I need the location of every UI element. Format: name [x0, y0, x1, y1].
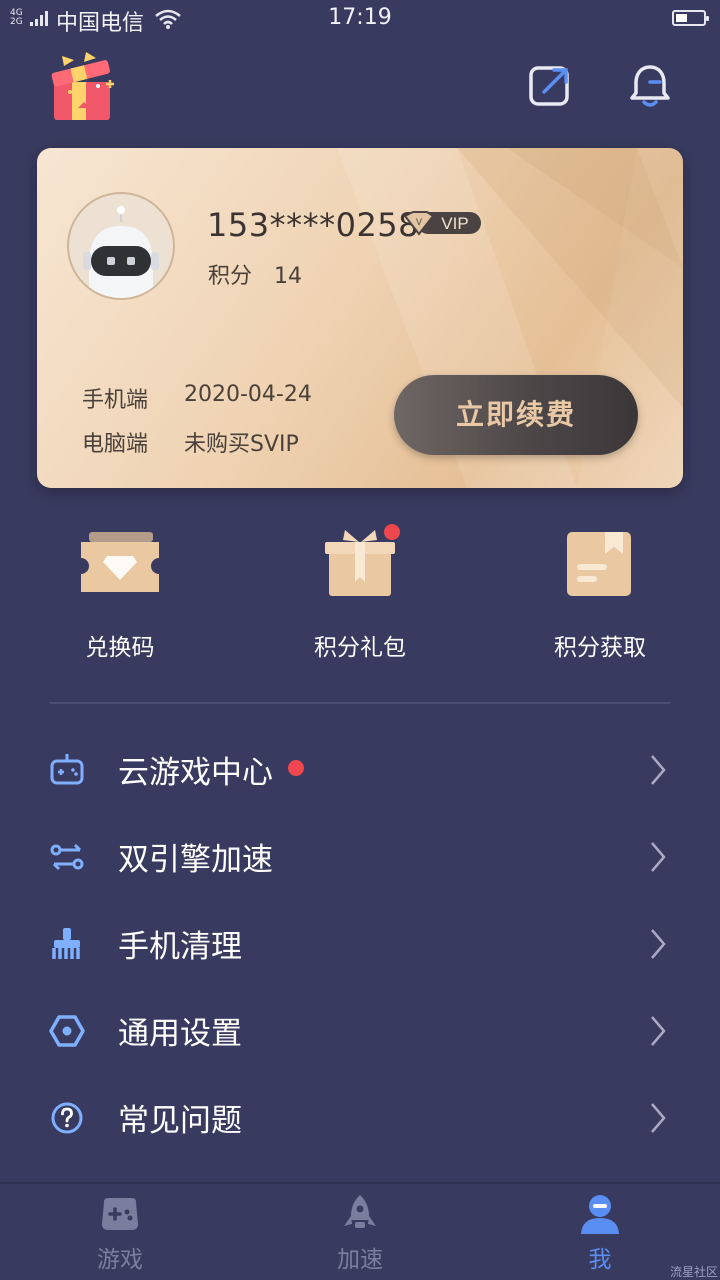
tab-me[interactable]: 我: [540, 1192, 660, 1274]
quick-action-label: 兑换码: [85, 635, 155, 661]
chevron-right-icon: [651, 929, 666, 959]
mobile-expiry: 2020-04-24: [184, 382, 312, 407]
gamepad-icon: [50, 754, 84, 785]
pc-status: 未购买SVIP: [184, 432, 299, 457]
pc-label: 电脑端: [82, 432, 149, 457]
menu-label: 云游戏中心: [118, 755, 273, 791]
vip-card: 153****0258 V VIP 积分 14 手机端 2020-04-24 电脑…: [37, 148, 683, 488]
menu-item-phone-cleanup[interactable]: 手机清理: [0, 901, 720, 987]
svg-text:V: V: [416, 217, 422, 227]
broom-icon: [52, 928, 80, 959]
points: 积分 14: [208, 258, 302, 290]
renew-button[interactable]: 立即续费: [394, 375, 638, 455]
points-label: 积分: [208, 264, 253, 289]
menu-label: 双引擎加速: [118, 842, 273, 878]
menu-item-cloud-gaming[interactable]: 云游戏中心: [0, 727, 720, 813]
gamepad-icon: [102, 1198, 138, 1230]
tab-games[interactable]: 游戏: [60, 1192, 180, 1274]
robot-avatar-icon: [83, 206, 159, 298]
chevron-right-icon: [651, 842, 666, 872]
menu-label: 常见问题: [118, 1103, 242, 1139]
chevron-right-icon: [651, 1016, 666, 1046]
quick-action-label: 积分获取: [554, 635, 646, 661]
gift-box-icon[interactable]: [50, 50, 120, 124]
watermark: 流星社区: [669, 1265, 718, 1279]
question-icon: [51, 1102, 83, 1134]
user-icon: [581, 1195, 619, 1234]
bottom-tab-bar: 游戏 加速 我: [0, 1182, 720, 1280]
menu-item-dual-engine[interactable]: 双引擎加速: [0, 814, 720, 900]
points-gift-button[interactable]: 积分礼包: [260, 520, 460, 662]
tab-accelerate[interactable]: 加速: [300, 1192, 420, 1274]
menu-label: 手机清理: [118, 929, 242, 965]
avatar[interactable]: [67, 192, 175, 300]
new-badge-dot: [384, 524, 400, 540]
points-value: 14: [274, 264, 303, 289]
menu-label: 通用设置: [118, 1016, 242, 1052]
bookmark-doc-icon: [567, 532, 631, 596]
earn-points-button[interactable]: 积分获取: [500, 520, 700, 662]
tab-label: 加速: [337, 1247, 383, 1273]
clock: 17:19: [328, 5, 392, 30]
menu-item-faq[interactable]: 常见问题: [0, 1075, 720, 1161]
chevron-right-icon: [651, 755, 666, 785]
quick-action-label: 积分礼包: [314, 635, 406, 661]
tab-label: 我: [588, 1247, 612, 1273]
settings-hexagon-icon: [49, 1015, 85, 1047]
dual-engine-icon: [50, 843, 84, 871]
redeem-code-button[interactable]: 兑换码: [20, 520, 220, 662]
mobile-label: 手机端: [82, 388, 149, 413]
vip-badge-label: VIP: [441, 214, 468, 233]
vip-badge: V VIP: [403, 211, 481, 236]
divider: [50, 702, 670, 704]
bell-icon[interactable]: [626, 62, 674, 110]
tab-label: 游戏: [97, 1247, 143, 1273]
ticket-diamond-icon: [81, 532, 159, 592]
rocket-icon: [344, 1195, 376, 1228]
user-phone: 153****0258: [207, 206, 420, 244]
status-bar: 4G 2G 中国电信 17:19: [0, 0, 720, 40]
battery-icon: [672, 10, 709, 26]
new-badge-dot: [288, 760, 304, 776]
menu-item-general-settings[interactable]: 通用设置: [0, 988, 720, 1074]
chevron-right-icon: [651, 1103, 666, 1133]
edit-external-icon[interactable]: [526, 62, 574, 110]
